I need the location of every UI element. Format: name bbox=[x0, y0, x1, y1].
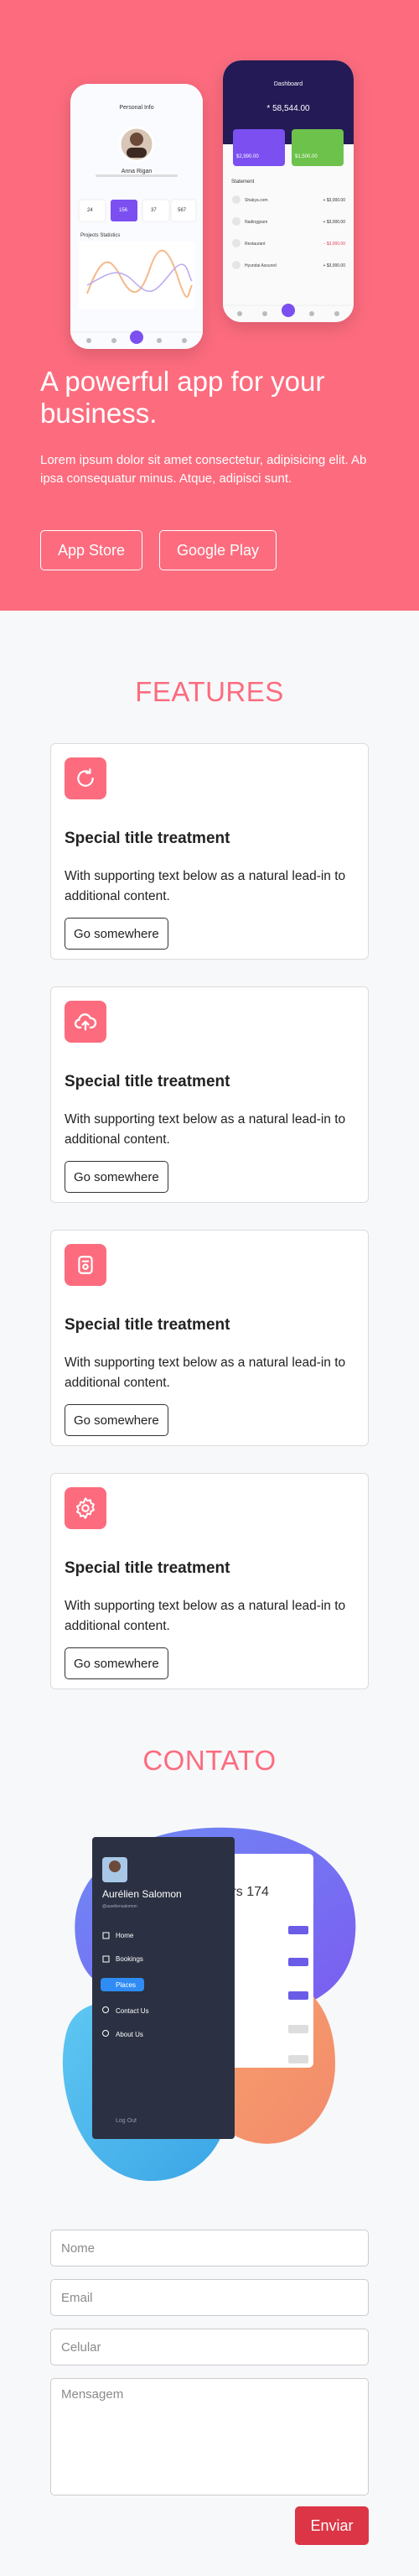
contact-title: CONTATO bbox=[142, 1745, 277, 1776]
feature-card: Special title treatment With supporting … bbox=[50, 986, 369, 1203]
svg-text:@aureliensalomon: @aureliensalomon bbox=[102, 1904, 137, 1909]
feature-text: With supporting text below as a natural … bbox=[65, 1356, 346, 1390]
feature-card: Special title treatment With supporting … bbox=[50, 1230, 369, 1446]
contact-illustration: wers 174 Aurélien Salomon @aureliensalom… bbox=[50, 1812, 369, 2198]
message-textarea[interactable] bbox=[50, 2378, 369, 2495]
contact-form: Enviar bbox=[50, 2230, 369, 2545]
go-somewhere-button[interactable]: Go somewhere bbox=[65, 918, 168, 950]
svg-text:Home: Home bbox=[116, 1932, 134, 1939]
content-section: FEATURES Special title treatment With su… bbox=[0, 611, 419, 2576]
feature-title: Special title treatment bbox=[65, 1073, 230, 1090]
go-somewhere-button[interactable]: Go somewhere bbox=[65, 1161, 168, 1193]
name-input[interactable] bbox=[50, 2230, 369, 2266]
svg-text:Places: Places bbox=[116, 1981, 136, 1989]
submit-button[interactable]: Enviar bbox=[295, 2506, 369, 2545]
refresh-icon bbox=[65, 757, 106, 799]
feature-title: Special title treatment bbox=[65, 1559, 230, 1577]
svg-text:Bookings: Bookings bbox=[116, 1955, 143, 1963]
feature-title: Special title treatment bbox=[65, 830, 230, 847]
phone-input[interactable] bbox=[50, 2329, 369, 2365]
features-list: Special title treatment With supporting … bbox=[50, 743, 369, 1716]
feature-card: Special title treatment With supporting … bbox=[50, 743, 369, 960]
lock-icon bbox=[65, 1244, 106, 1286]
svg-text:About Us: About Us bbox=[116, 2031, 143, 2038]
features-title: FEATURES bbox=[135, 676, 284, 707]
svg-text:Contact Us: Contact Us bbox=[116, 2007, 149, 2015]
go-somewhere-button[interactable]: Go somewhere bbox=[65, 1647, 168, 1679]
cloud-upload-icon bbox=[65, 1001, 106, 1043]
illus-user-name: Aurélien Salomon bbox=[102, 1888, 182, 1900]
go-somewhere-button[interactable]: Go somewhere bbox=[65, 1404, 168, 1436]
gear-icon bbox=[65, 1487, 106, 1529]
feature-text: With supporting text below as a natural … bbox=[65, 869, 346, 903]
feature-text: With supporting text below as a natural … bbox=[65, 1112, 346, 1147]
feature-title: Special title treatment bbox=[65, 1316, 230, 1334]
feature-text: With supporting text below as a natural … bbox=[65, 1599, 346, 1633]
svg-text:Log Out: Log Out bbox=[116, 2118, 137, 2124]
email-input[interactable] bbox=[50, 2279, 369, 2316]
feature-card: Special title treatment With supporting … bbox=[50, 1473, 369, 1689]
